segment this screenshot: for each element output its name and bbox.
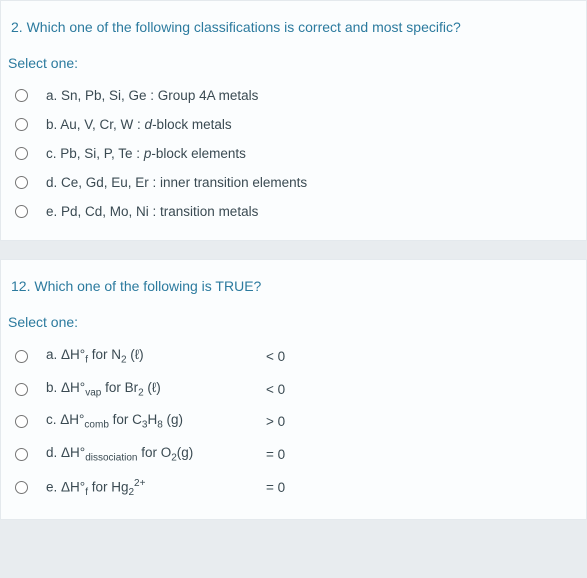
option-label: c. ΔH°comb for C3H8 (g) — [46, 412, 266, 431]
option-radio[interactable] — [15, 481, 28, 494]
question-block-12: 12. Which one of the following is TRUE? … — [0, 259, 587, 520]
option-row-c[interactable]: c. ΔH°comb for C3H8 (g) > 0 — [11, 405, 576, 438]
option-label: d. Ce, Gd, Eu, Er : inner transition ele… — [46, 175, 307, 190]
option-value: > 0 — [266, 414, 285, 429]
option-radio[interactable] — [15, 448, 28, 461]
option-row-c[interactable]: c. Pb, Si, P, Te : p-block elements — [11, 139, 576, 168]
option-radio[interactable] — [15, 118, 28, 131]
option-value: < 0 — [266, 349, 285, 364]
option-radio[interactable] — [15, 383, 28, 396]
option-label: e. Pd, Cd, Mo, Ni : transition metals — [46, 204, 258, 219]
option-radio[interactable] — [15, 415, 28, 428]
option-label: b. Au, V, Cr, W : d-block metals — [46, 117, 232, 132]
option-radio[interactable] — [15, 350, 28, 363]
option-radio[interactable] — [15, 176, 28, 189]
option-row-d[interactable]: d. ΔH°dissociation for O2(g) = 0 — [11, 438, 576, 471]
option-row-b[interactable]: b. ΔH°vap for Br2 (ℓ) < 0 — [11, 373, 576, 406]
question-block-2: 2. Which one of the following classifica… — [0, 0, 587, 241]
select-one-label: Select one: — [1, 55, 586, 81]
option-label: b. ΔH°vap for Br2 (ℓ) — [46, 380, 266, 399]
option-value: = 0 — [266, 480, 285, 495]
option-row-e[interactable]: e. ΔH°f for Hg22+ = 0 — [11, 471, 576, 505]
question-prompt: Which one of the following classificatio… — [27, 19, 461, 35]
question-number: 2 — [11, 19, 19, 35]
option-label: a. ΔH°f for N2 (ℓ) — [46, 347, 266, 366]
option-row-a[interactable]: a. Sn, Pb, Si, Ge : Group 4A metals — [11, 81, 576, 110]
option-label: e. ΔH°f for Hg22+ — [46, 478, 266, 498]
option-value: = 0 — [266, 447, 285, 462]
option-row-b[interactable]: b. Au, V, Cr, W : d-block metals — [11, 110, 576, 139]
option-row-e[interactable]: e. Pd, Cd, Mo, Ni : transition metals — [11, 197, 576, 226]
question-number: 12 — [11, 278, 27, 294]
option-radio[interactable] — [15, 205, 28, 218]
option-label: c. Pb, Si, P, Te : p-block elements — [46, 146, 246, 161]
option-label: d. ΔH°dissociation for O2(g) — [46, 445, 266, 464]
question-text: 2. Which one of the following classifica… — [1, 1, 586, 55]
options-list: a. ΔH°f for N2 (ℓ) < 0 b. ΔH°vap for Br2… — [1, 340, 586, 519]
option-radio[interactable] — [15, 89, 28, 102]
option-label: a. Sn, Pb, Si, Ge : Group 4A metals — [46, 88, 258, 103]
option-row-d[interactable]: d. Ce, Gd, Eu, Er : inner transition ele… — [11, 168, 576, 197]
option-row-a[interactable]: a. ΔH°f for N2 (ℓ) < 0 — [11, 340, 576, 373]
select-one-label: Select one: — [1, 314, 586, 340]
option-value: < 0 — [266, 382, 285, 397]
question-text: 12. Which one of the following is TRUE? — [1, 260, 586, 314]
options-list: a. Sn, Pb, Si, Ge : Group 4A metals b. A… — [1, 81, 586, 240]
question-prompt: Which one of the following is TRUE? — [34, 278, 261, 294]
option-radio[interactable] — [15, 147, 28, 160]
